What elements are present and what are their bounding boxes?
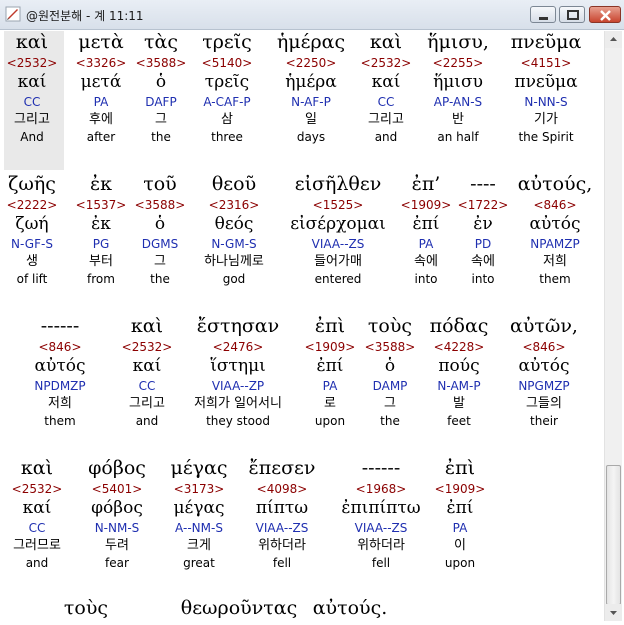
word-greek: πνεῦμα xyxy=(510,31,582,53)
word-block[interactable]: ἐπὶ <1909> ἐπί PA 이 upon xyxy=(400,457,520,572)
word-greek: αὐτούς, xyxy=(517,173,593,195)
close-button[interactable] xyxy=(589,6,621,23)
word-lemma: θεός xyxy=(214,214,254,234)
word-korean: 그들의 xyxy=(526,396,562,411)
word-morph: N-GM-S xyxy=(211,237,257,251)
minimize-icon xyxy=(539,17,548,20)
word-block[interactable]: τοὺς xyxy=(26,597,146,619)
window-title: @원전분해 - 계 11:11 xyxy=(26,9,144,23)
word-lemma: ἐπί xyxy=(446,498,474,518)
vertical-scrollbar[interactable] xyxy=(604,31,622,621)
word-morph: NPAMZP xyxy=(530,237,580,251)
word-greek: θεωροῦντας xyxy=(180,597,298,619)
word-greek: αὐτῶν, xyxy=(510,315,578,337)
word-korean: 하나님께로 xyxy=(204,254,264,269)
word-block[interactable]: αὐτούς. xyxy=(290,597,410,619)
maximize-icon xyxy=(567,10,579,20)
word-lemma: πνεῦμα xyxy=(514,72,578,92)
word-english: upon xyxy=(444,556,476,570)
word-morph: PA xyxy=(452,521,468,535)
word-strong: <2316> xyxy=(208,198,260,212)
scroll-up-button[interactable] xyxy=(605,31,622,48)
word-block[interactable]: αὐτῶν, <846> αὐτός NPGMZP 그들의 their xyxy=(484,315,604,430)
app-icon xyxy=(5,6,21,22)
minimize-button[interactable] xyxy=(530,6,556,23)
title-bar: @원전분해 - 계 11:11 xyxy=(0,0,624,30)
word-english: them xyxy=(539,272,571,286)
word-strong: <846> xyxy=(533,198,577,212)
word-korean: 이 xyxy=(454,538,466,553)
word-strong: <1909> xyxy=(434,482,486,496)
word-english: the Spirit xyxy=(518,130,574,144)
word-greek: αὐτούς. xyxy=(312,597,388,619)
word-strong: <4151> xyxy=(520,56,572,70)
word-block[interactable]: θεοῦ <2316> θεός N-GM-S 하나님께로 god xyxy=(174,173,294,288)
scroll-down-button[interactable] xyxy=(605,604,622,621)
word-morph: N-NN-S xyxy=(524,95,568,109)
word-korean: 저희 xyxy=(543,254,567,269)
scroll-up-icon xyxy=(610,37,617,41)
word-block[interactable]: αὐτούς, <846> αὐτός NPAMZP 저희 them xyxy=(495,173,604,288)
word-greek: ἐπὶ xyxy=(444,457,476,479)
word-block[interactable]: θεωροῦντας xyxy=(179,597,299,619)
close-icon xyxy=(600,10,611,21)
word-greek: τοὺς xyxy=(63,597,109,619)
maximize-button[interactable] xyxy=(559,6,585,23)
word-english: their xyxy=(530,414,558,428)
word-english: god xyxy=(222,272,246,286)
word-lemma: αὐτός xyxy=(518,356,570,376)
interlinear-view[interactable]: καὶ <2532> καί CC 그리고 And μετὰ <3326> μετά PA 후에 af… xyxy=(4,31,604,621)
word-lemma: αὐτός xyxy=(529,214,581,234)
word-strong: <846> xyxy=(522,340,566,354)
word-korean: 기가 xyxy=(534,112,558,127)
scroll-down-icon xyxy=(610,611,617,615)
scroll-thumb[interactable] xyxy=(606,465,621,605)
word-greek: θεοῦ xyxy=(211,173,257,195)
word-block[interactable]: πνεῦμα <4151> πνεῦμα N-NN-S 기가 the Spirit xyxy=(486,31,604,146)
word-morph: NPGMZP xyxy=(518,379,570,393)
